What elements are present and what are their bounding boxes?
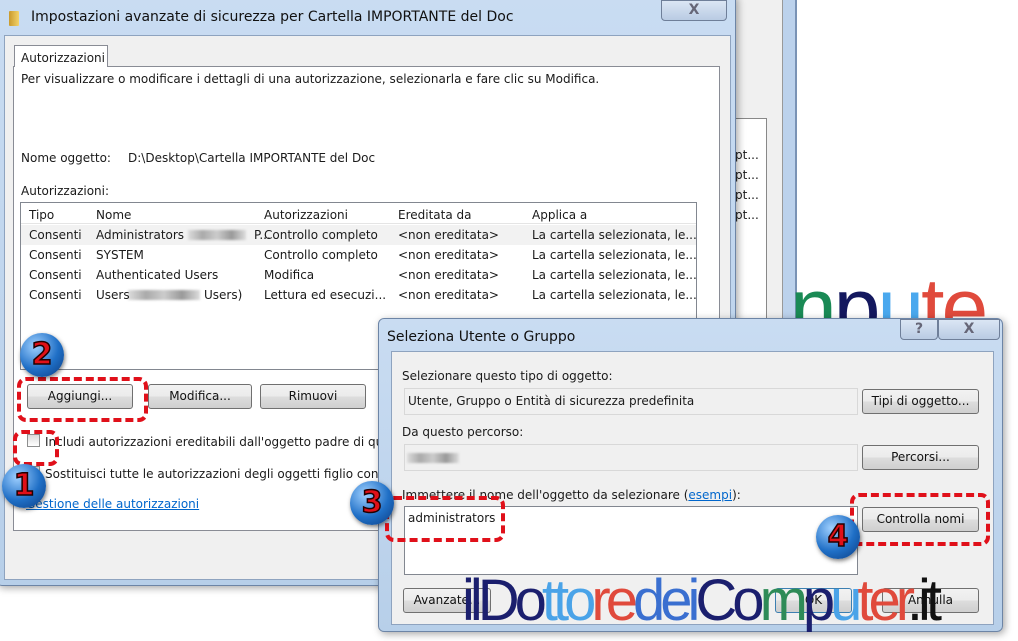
select-dialog-title: Seleziona Utente o Gruppo: [387, 329, 576, 345]
step-1-badge: 1: [2, 464, 46, 508]
list-header: Tipo Nome Autorizzazioni Ereditata da Ap…: [21, 203, 696, 224]
cell-applica: La cartella selezionata, le...: [532, 228, 697, 242]
cell-aut: Controllo completo: [264, 228, 378, 242]
cell-aut: Lettura ed esecuzi...: [264, 288, 387, 302]
replace-checkbox-label: Sostituisci tutte le autorizzazioni degl…: [45, 467, 398, 481]
highlight-add-button: [17, 377, 148, 422]
tab-autorizzazioni[interactable]: Autorizzazioni: [14, 45, 108, 67]
highlight-name-input: [385, 496, 505, 542]
watermark-logo: ilDottoredeiComputer.it: [462, 568, 942, 633]
cell-tipo: Consenti: [29, 228, 82, 242]
permissions-label: Autorizzazioni:: [21, 184, 110, 198]
object-types-button[interactable]: Tipi di oggetto...: [862, 389, 979, 414]
column-tipo[interactable]: Tipo: [29, 208, 54, 222]
locations-button[interactable]: Percorsi...: [862, 445, 979, 470]
object-name-value: D:\Desktop\Cartella IMPORTANTE del Doc: [128, 151, 376, 165]
cell-nome: Authenticated Users: [96, 268, 219, 282]
folder-icon: [9, 11, 19, 26]
cell-nome: SYSTEM: [96, 248, 144, 262]
step-4-badge: 4: [816, 515, 860, 559]
cell-tipo: Consenti: [29, 248, 82, 262]
object-type-label: Selezionare questo tipo di oggetto:: [402, 369, 613, 383]
cell-aut: Controllo completo: [264, 248, 378, 262]
cell-tipo: Consenti: [29, 268, 82, 282]
cell-nome: Administrators: [96, 228, 185, 242]
close-icon: X: [688, 2, 700, 18]
cell-ered: <non ereditata>: [398, 268, 499, 282]
object-name-label: Nome oggetto:: [21, 151, 111, 165]
column-applica[interactable]: Applica a: [532, 208, 587, 222]
cell-nome: Users: [96, 288, 130, 302]
manage-permissions-link[interactable]: Gestione delle autorizzazioni: [26, 497, 199, 511]
table-row[interactable]: Consenti SYSTEM Controllo completo <non ere…: [21, 245, 697, 265]
cell-applica: La cartella selezionata, le...: [532, 288, 697, 302]
table-row[interactable]: Consenti Users) Users Lettura ed esecuzi...…: [21, 285, 697, 305]
edit-button[interactable]: Modifica...: [148, 384, 252, 409]
cell-tipo: Consenti: [29, 288, 82, 302]
description: Per visualizzare o modificare i dettagli…: [21, 72, 600, 86]
select-close-button[interactable]: X: [938, 319, 1000, 340]
examples-link[interactable]: esempi: [688, 488, 732, 502]
step-3-badge: 3: [350, 481, 394, 525]
close-icon: X: [963, 321, 975, 337]
cell-ered: <non ereditata>: [398, 248, 499, 262]
step-2-badge: 2: [20, 333, 64, 377]
remove-button[interactable]: Rimuovi: [260, 384, 366, 409]
inherit-checkbox-label: Includi autorizzazioni ereditabili dall'…: [45, 435, 397, 449]
redacted-name: [188, 230, 246, 240]
cell-aut: Modifica: [264, 268, 315, 282]
cell-applica: La cartella selezionata, le...: [532, 248, 697, 262]
table-row[interactable]: Consenti Authenticated Users Modifica <non …: [21, 265, 697, 285]
close-button[interactable]: X: [661, 0, 727, 21]
column-nome[interactable]: Nome: [96, 208, 131, 222]
help-button[interactable]: ?: [900, 319, 938, 340]
table-row[interactable]: Consenti P... Administrators Controllo comp…: [21, 225, 697, 245]
object-type-field: Utente, Gruppo o Entità di sicurezza pre…: [404, 388, 858, 415]
redacted-name: [128, 290, 200, 300]
column-autorizzazioni[interactable]: Autorizzazioni: [264, 208, 348, 222]
cell-ered: <non ereditata>: [398, 228, 499, 242]
column-ereditata[interactable]: Ereditata da: [398, 208, 472, 222]
location-field: [404, 444, 858, 471]
cell-ered: <non ereditata>: [398, 288, 499, 302]
window-title: Impostazioni avanzate di sicurezza per C…: [31, 9, 514, 25]
help-icon: ?: [914, 321, 924, 337]
location-label: Da questo percorso:: [402, 425, 524, 439]
highlight-inherit-checkbox: [13, 430, 59, 466]
cell-applica: La cartella selezionata, le...: [532, 268, 697, 282]
highlight-check-names: [850, 493, 990, 546]
cell-nome-suffix: Users): [204, 288, 243, 302]
